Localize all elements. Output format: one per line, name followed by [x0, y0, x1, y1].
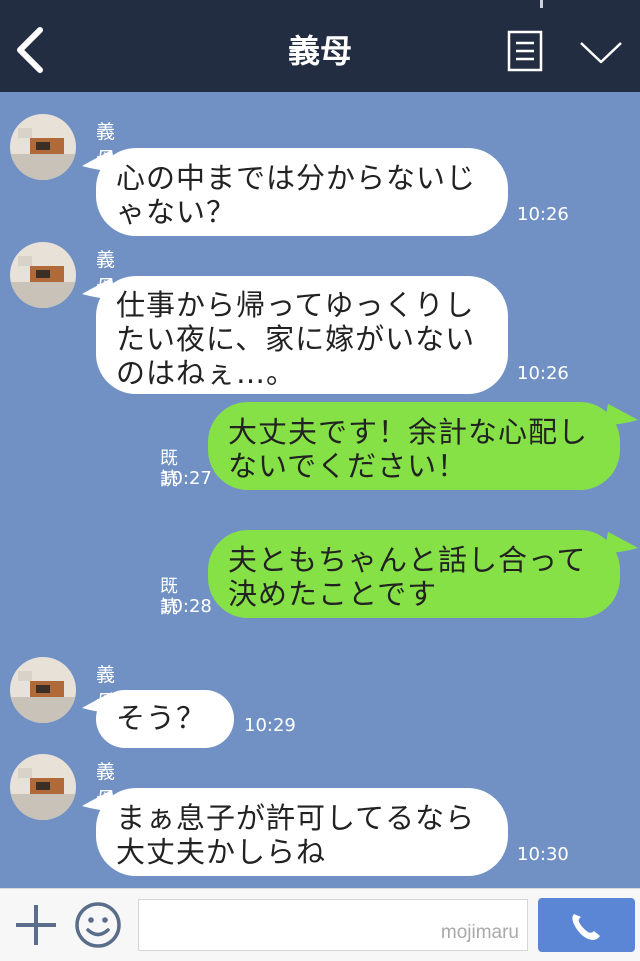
message-time: 10:27	[160, 468, 212, 489]
avatar-photo	[10, 657, 76, 723]
message-time: 10:26	[517, 204, 569, 225]
status-bar-mark	[540, 0, 543, 8]
expand-button[interactable]	[578, 38, 624, 68]
watermark-text: mojimaru	[440, 922, 519, 943]
message-text: 心の中までは分からないじ ゃない？	[116, 161, 477, 229]
avatar-photo	[10, 114, 76, 180]
avatar[interactable]	[10, 114, 76, 180]
avatar-photo	[10, 242, 76, 308]
message-time: 10:30	[517, 844, 569, 865]
chevron-down-icon	[580, 42, 622, 64]
message-time: 10:26	[517, 363, 569, 384]
message-text: 仕事から帰ってゆっくりし たい夜に、家に嫁がいない のはねぇ…。	[116, 288, 476, 390]
add-button[interactable]	[14, 903, 58, 947]
message-bubble[interactable]: 大丈夫です！余計な心配し ないでください！	[208, 402, 620, 490]
call-button[interactable]	[538, 898, 635, 952]
chat-header: 義母	[0, 0, 640, 92]
message-bubble[interactable]: 仕事から帰ってゆっくりし たい夜に、家に嫁がいない のはねぇ…。	[96, 276, 508, 394]
phone-icon	[572, 914, 600, 940]
message-text: まぁ息子が許可してるなら 大丈夫かしらね	[116, 801, 476, 869]
message-bubble[interactable]: そう？	[96, 690, 234, 748]
bubble-tail	[604, 532, 638, 554]
avatar-photo	[10, 754, 76, 820]
message-bubble[interactable]: 夫ともちゃんと話し合って 決めたことです	[208, 530, 620, 618]
plus-icon	[16, 905, 56, 945]
message-time: 10:28	[160, 596, 212, 617]
chat-title: 義母	[287, 32, 352, 70]
message-text: 夫ともちゃんと話し合って 決めたことです	[228, 543, 587, 611]
message-input[interactable]: mojimaru	[138, 899, 528, 951]
chevron-left-icon	[17, 27, 43, 73]
back-button[interactable]	[10, 24, 54, 76]
avatar[interactable]	[10, 657, 76, 723]
avatar[interactable]	[10, 754, 76, 820]
message-text: そう？	[116, 701, 207, 735]
menu-button[interactable]	[507, 30, 543, 72]
emoji-button[interactable]	[74, 901, 122, 949]
menu-icon	[507, 30, 543, 72]
message-time: 10:29	[244, 715, 296, 736]
input-bar: mojimaru	[0, 888, 640, 961]
bubble-tail	[604, 404, 638, 426]
message-bubble[interactable]: まぁ息子が許可してるなら 大丈夫かしらね	[96, 788, 508, 876]
message-bubble[interactable]: 心の中までは分からないじ ゃない？	[96, 148, 508, 236]
smiley-icon	[75, 902, 121, 948]
message-text: 大丈夫です！余計な心配し ないでください！	[228, 415, 589, 483]
avatar[interactable]	[10, 242, 76, 308]
